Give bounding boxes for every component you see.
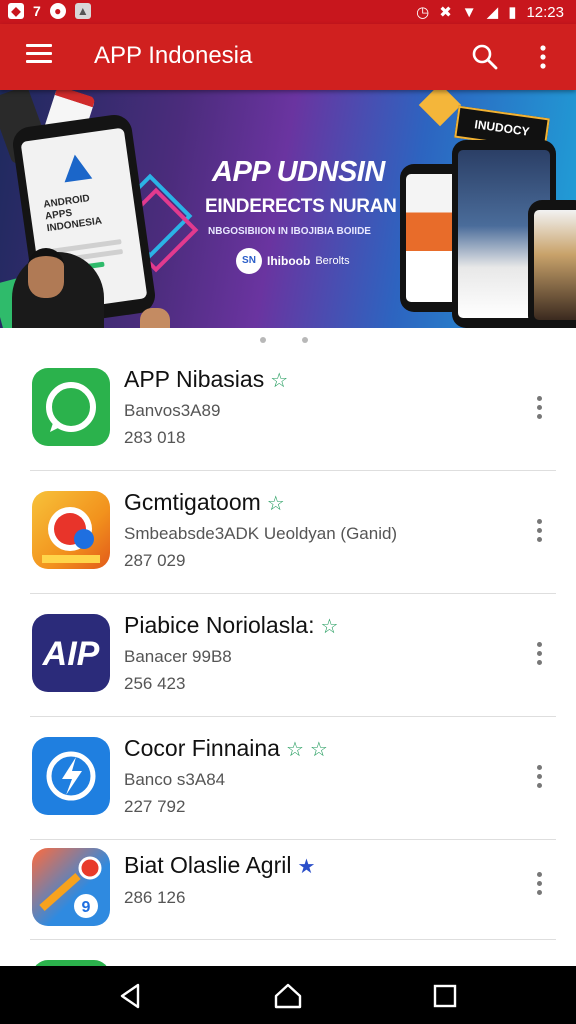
item-menu-icon[interactable] [530, 642, 548, 670]
star-icon: ☆ [285, 739, 304, 761]
aip-app-icon: AIP [32, 614, 110, 692]
app-name: Biat Olaslie Agril ★ [124, 852, 316, 878]
status-time: 12:23 [526, 3, 564, 21]
app-title: APP Indonesia [94, 42, 253, 69]
notification-7-icon: 7 [33, 3, 41, 19]
banner-subheadline: EINDERECTS NURAN [205, 196, 397, 217]
item-menu-icon[interactable] [530, 519, 548, 547]
hand-image [140, 308, 170, 328]
app-downloads: 227 792 [124, 797, 186, 816]
app-downloads: 286 126 [124, 888, 186, 907]
banner-tagline: NBGOSIBIION IN IBOJIBIA BOIIDE [208, 226, 371, 237]
banner-headline: APP UDNSIN [212, 156, 385, 188]
lightning-app-icon [32, 737, 110, 815]
alarm-icon: ◷ [416, 4, 430, 21]
list-item[interactable]: Gcmtigatoom ☆ Smbeabsde3ADK Ueoldyan (Gan… [0, 471, 576, 594]
status-bar: ◆ 7 ● ▲ ◷ ✖ ▼ ◢ ▮ 12:23 [0, 0, 576, 24]
search-icon[interactable] [470, 42, 500, 72]
navigation-bar [0, 966, 576, 1024]
app-developer: Banvos3A89 [124, 401, 221, 420]
wifi-icon: ▼ [461, 3, 477, 21]
app-downloads: 256 423 [124, 674, 186, 693]
back-icon[interactable] [116, 981, 146, 1011]
mute-icon: ✖ [439, 4, 452, 21]
list-item[interactable]: 9 Biat Olaslie Agril ★ 286 126 [0, 840, 576, 940]
home-icon[interactable] [273, 981, 303, 1011]
banner-phone-right [528, 200, 576, 328]
app-name: APP Nibasias ☆ [124, 366, 289, 392]
phone-text: ANDROID APPS INDONESIA [42, 193, 103, 235]
star-icon: ☆ [270, 370, 289, 392]
app-developer: Banacer 99B8 [124, 647, 232, 666]
list-item[interactable]: APP Nibasias ☆ Banvos3A89 283 018 [0, 348, 576, 471]
banner-brand: SN Ihiboob Berolts [236, 248, 350, 274]
star-icon: ☆ [320, 616, 339, 638]
app-name: Cocor Finnaina ☆ ☆ [124, 735, 328, 761]
overflow-menu-icon[interactable] [530, 42, 556, 72]
carousel-dot[interactable] [260, 337, 266, 343]
app-downloads: 287 029 [124, 551, 186, 570]
item-menu-icon[interactable] [530, 396, 548, 424]
battery-icon: ▮ [508, 4, 517, 21]
app-name: Piabice Noriolasla: ☆ [124, 612, 339, 638]
svg-text:AIP: AIP [42, 635, 100, 673]
svg-text:9: 9 [82, 899, 91, 916]
app-downloads: 283 018 [124, 428, 186, 447]
app-name: Gcmtigatoom ☆ [124, 489, 285, 515]
person-head-image [28, 248, 64, 298]
app-list: APP Nibasias ☆ Banvos3A89 283 018 Gcmtiga… [0, 348, 576, 980]
app-logo-icon [60, 152, 93, 183]
list-item[interactable]: Cocor Finnaina ☆ ☆ Banco s3A84 227 792 [0, 717, 576, 840]
brand-logo-icon: SN [236, 248, 262, 274]
list-item[interactable]: AIP Piabice Noriolasla: ☆ Banacer 99B8 25… [0, 594, 576, 717]
maps-app-icon: 9 [32, 848, 110, 926]
app-bar: APP Indonesia [0, 24, 576, 90]
whatsapp-style-icon [32, 368, 110, 446]
signal-icon: ◢ [486, 4, 499, 21]
star-icon: ★ [297, 856, 316, 878]
item-menu-icon[interactable] [530, 872, 548, 900]
notification-icon: ◆ [8, 3, 24, 19]
app-developer: Banco s3A84 [124, 770, 226, 789]
recents-icon[interactable] [430, 981, 460, 1011]
circle-app-icon: ● [49, 3, 66, 19]
decor-diamond [418, 90, 462, 127]
item-menu-icon[interactable] [530, 765, 548, 793]
app-developer: Smbeabsde3ADK Ueoldyan (Ganid) [124, 524, 398, 543]
star-icon: ☆ [266, 493, 285, 515]
carousel-indicator [0, 330, 576, 348]
carousel-dot[interactable] [302, 337, 308, 343]
camera-app-icon [32, 491, 110, 569]
menu-icon[interactable] [26, 44, 52, 70]
promo-banner[interactable]: ANDROID APPS INDONESIA INUDOCY APP UDNSI… [0, 90, 576, 328]
star-icon: ☆ [309, 739, 328, 761]
image-icon: ▲ [74, 3, 91, 19]
